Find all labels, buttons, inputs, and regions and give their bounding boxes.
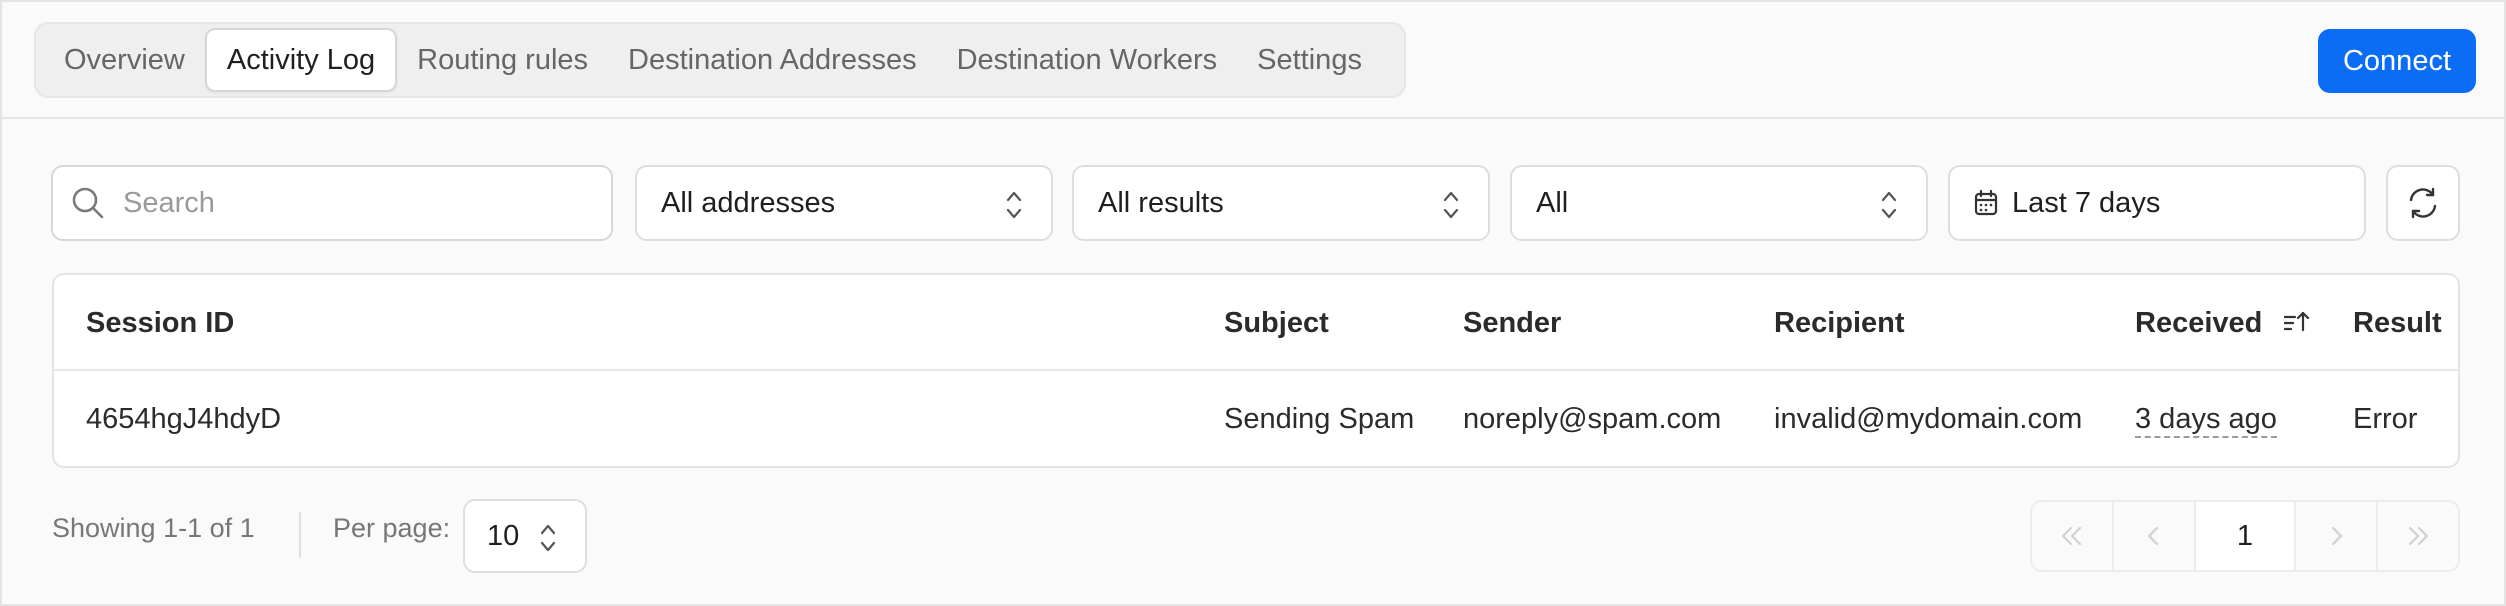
top-bar: Overview Activity Log Routing rules Dest… bbox=[2, 2, 2504, 119]
chevron-up-down-icon bbox=[1881, 191, 1897, 219]
column-header-result: Result bbox=[2353, 307, 2442, 339]
double-chevron-left-icon bbox=[2061, 526, 2082, 546]
tab-routing-rules[interactable]: Routing rules bbox=[397, 28, 608, 92]
first-page-button[interactable] bbox=[2032, 502, 2114, 570]
current-page[interactable]: 1 bbox=[2196, 502, 2296, 570]
previous-page-button[interactable] bbox=[2114, 502, 2196, 570]
tab-bar: Overview Activity Log Routing rules Dest… bbox=[34, 22, 1406, 98]
app-frame: Overview Activity Log Routing rules Dest… bbox=[0, 0, 2506, 606]
double-chevron-right-icon bbox=[2408, 526, 2429, 546]
per-page-label: Per page: bbox=[333, 513, 451, 543]
results-select-value: All results bbox=[1098, 186, 1224, 219]
tab-activity-log[interactable]: Activity Log bbox=[204, 28, 398, 92]
refresh-button[interactable] bbox=[2386, 165, 2460, 241]
addresses-select-value: All addresses bbox=[661, 186, 836, 219]
search-icon bbox=[72, 187, 104, 219]
calendar-icon bbox=[1974, 190, 1998, 216]
recipient-cell: invalid@mydomain.com bbox=[1774, 403, 2083, 435]
tab-destination-workers[interactable]: Destination Workers bbox=[937, 28, 1238, 92]
showing-count: Showing 1-1 of 1 bbox=[52, 513, 255, 543]
subject-cell: Sending Spam bbox=[1224, 403, 1415, 435]
activity-table: Session ID Subject Sender Recipient Rece… bbox=[52, 273, 2460, 468]
connect-button[interactable]: Connect bbox=[2318, 29, 2476, 93]
column-header-recipient: Recipient bbox=[1774, 307, 1905, 339]
received-relative-time[interactable]: 3 days ago bbox=[2135, 402, 2277, 438]
result-cell: Error bbox=[2353, 403, 2418, 435]
column-header-sender: Sender bbox=[1463, 307, 1562, 339]
tab-destination-addresses[interactable]: Destination Addresses bbox=[608, 28, 937, 92]
chevron-left-icon bbox=[2147, 526, 2159, 546]
per-page-value: 10 bbox=[487, 520, 520, 552]
sort-ascending-icon[interactable] bbox=[2284, 310, 2310, 332]
pagination: 1 bbox=[2030, 500, 2460, 572]
results-select[interactable]: All results bbox=[1072, 165, 1490, 241]
chevron-up-down-icon bbox=[540, 524, 556, 552]
next-page-button[interactable] bbox=[2296, 502, 2378, 570]
tab-settings[interactable]: Settings bbox=[1237, 28, 1382, 92]
refresh-icon bbox=[2409, 187, 2437, 219]
date-range-value: Last 7 days bbox=[2012, 186, 2161, 219]
type-select-value: All bbox=[1536, 186, 1569, 219]
table-header: Session ID Subject Sender Recipient Rece… bbox=[54, 275, 2458, 371]
chevron-up-down-icon bbox=[1443, 191, 1459, 219]
column-header-session-id: Session ID bbox=[86, 307, 235, 339]
column-header-received-label: Received bbox=[2135, 307, 2263, 339]
search-box bbox=[51, 165, 613, 241]
addresses-select[interactable]: All addresses bbox=[635, 165, 1053, 241]
table-row: 4654hgJ4hdyD Sending Spam noreply@spam.c… bbox=[54, 371, 2458, 467]
chevron-up-down-icon bbox=[1006, 191, 1022, 219]
last-page-button[interactable] bbox=[2378, 502, 2458, 570]
chevron-right-icon bbox=[2331, 526, 2343, 546]
search-input[interactable] bbox=[123, 186, 583, 220]
sender-cell: noreply@spam.com bbox=[1463, 403, 1722, 435]
received-cell: 3 days ago bbox=[2135, 371, 2277, 467]
per-page-select[interactable]: 10 bbox=[463, 499, 587, 573]
footer-divider bbox=[299, 512, 301, 558]
type-select[interactable]: All bbox=[1510, 165, 1928, 241]
tab-overview[interactable]: Overview bbox=[44, 28, 205, 92]
session-id-link[interactable]: 4654hgJ4hdyD bbox=[86, 371, 281, 467]
column-header-received[interactable]: Received bbox=[2135, 275, 2310, 371]
column-header-subject: Subject bbox=[1224, 307, 1329, 339]
date-range-select[interactable]: Last 7 days bbox=[1948, 165, 2366, 241]
